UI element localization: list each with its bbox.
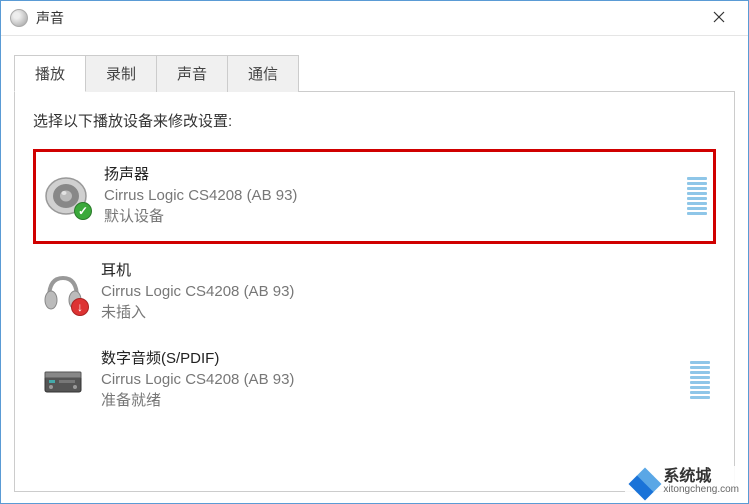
device-status: 准备就绪 (101, 390, 682, 413)
speaker-icon: ✓ (42, 174, 90, 218)
device-text: 数字音频(S/PDIF) Cirrus Logic CS4208 (AB 93)… (101, 348, 682, 413)
headphones-icon: ↓ (39, 270, 87, 314)
level-meter (690, 357, 710, 403)
close-icon (713, 11, 725, 23)
watermark-text: 系统城 xitongcheng.com (663, 469, 739, 495)
tab-communications[interactable]: 通信 (227, 55, 299, 92)
unplugged-badge-icon: ↓ (71, 298, 89, 316)
level-meter (687, 173, 707, 219)
device-item-headphones[interactable]: ↓ 耳机 Cirrus Logic CS4208 (AB 93) 未插入 (33, 252, 716, 333)
tab-panel-playback: 选择以下播放设备来修改设置: ✓ 扬声器 Cirrus Logic CS4208… (14, 92, 735, 492)
watermark-logo-icon (629, 468, 657, 496)
device-item-spdif[interactable]: 数字音频(S/PDIF) Cirrus Logic CS4208 (AB 93)… (33, 340, 716, 421)
titlebar: 声音 (0, 0, 749, 36)
watermark: 系统城 xitongcheng.com (625, 466, 743, 498)
device-driver: Cirrus Logic CS4208 (AB 93) (101, 369, 682, 390)
device-driver: Cirrus Logic CS4208 (AB 93) (104, 185, 679, 206)
device-text: 扬声器 Cirrus Logic CS4208 (AB 93) 默认设备 (104, 164, 679, 229)
sound-icon (10, 9, 28, 27)
instruction-text: 选择以下播放设备来修改设置: (33, 110, 716, 131)
tab-playback[interactable]: 播放 (14, 55, 86, 92)
content-area: 播放 录制 声音 通信 选择以下播放设备来修改设置: ✓ 扬声器 (0, 36, 749, 492)
device-name: 耳机 (101, 260, 710, 281)
titlebar-left: 声音 (10, 8, 64, 28)
device-item-speakers[interactable]: ✓ 扬声器 Cirrus Logic CS4208 (AB 93) 默认设备 (33, 149, 716, 244)
close-button[interactable] (699, 4, 739, 32)
device-name: 扬声器 (104, 164, 679, 185)
watermark-en: xitongcheng.com (663, 485, 739, 495)
device-driver: Cirrus Logic CS4208 (AB 93) (101, 281, 710, 302)
device-name: 数字音频(S/PDIF) (101, 348, 682, 369)
watermark-cn: 系统城 (663, 469, 739, 485)
tab-recording[interactable]: 录制 (85, 55, 157, 92)
device-list: ✓ 扬声器 Cirrus Logic CS4208 (AB 93) 默认设备 (33, 149, 716, 421)
device-status: 默认设备 (104, 206, 679, 229)
window-title: 声音 (36, 8, 64, 28)
device-status: 未插入 (101, 302, 710, 325)
device-text: 耳机 Cirrus Logic CS4208 (AB 93) 未插入 (101, 260, 710, 325)
tab-bar: 播放 录制 声音 通信 (14, 54, 735, 92)
receiver-icon (39, 358, 87, 402)
tab-sounds[interactable]: 声音 (156, 55, 228, 92)
